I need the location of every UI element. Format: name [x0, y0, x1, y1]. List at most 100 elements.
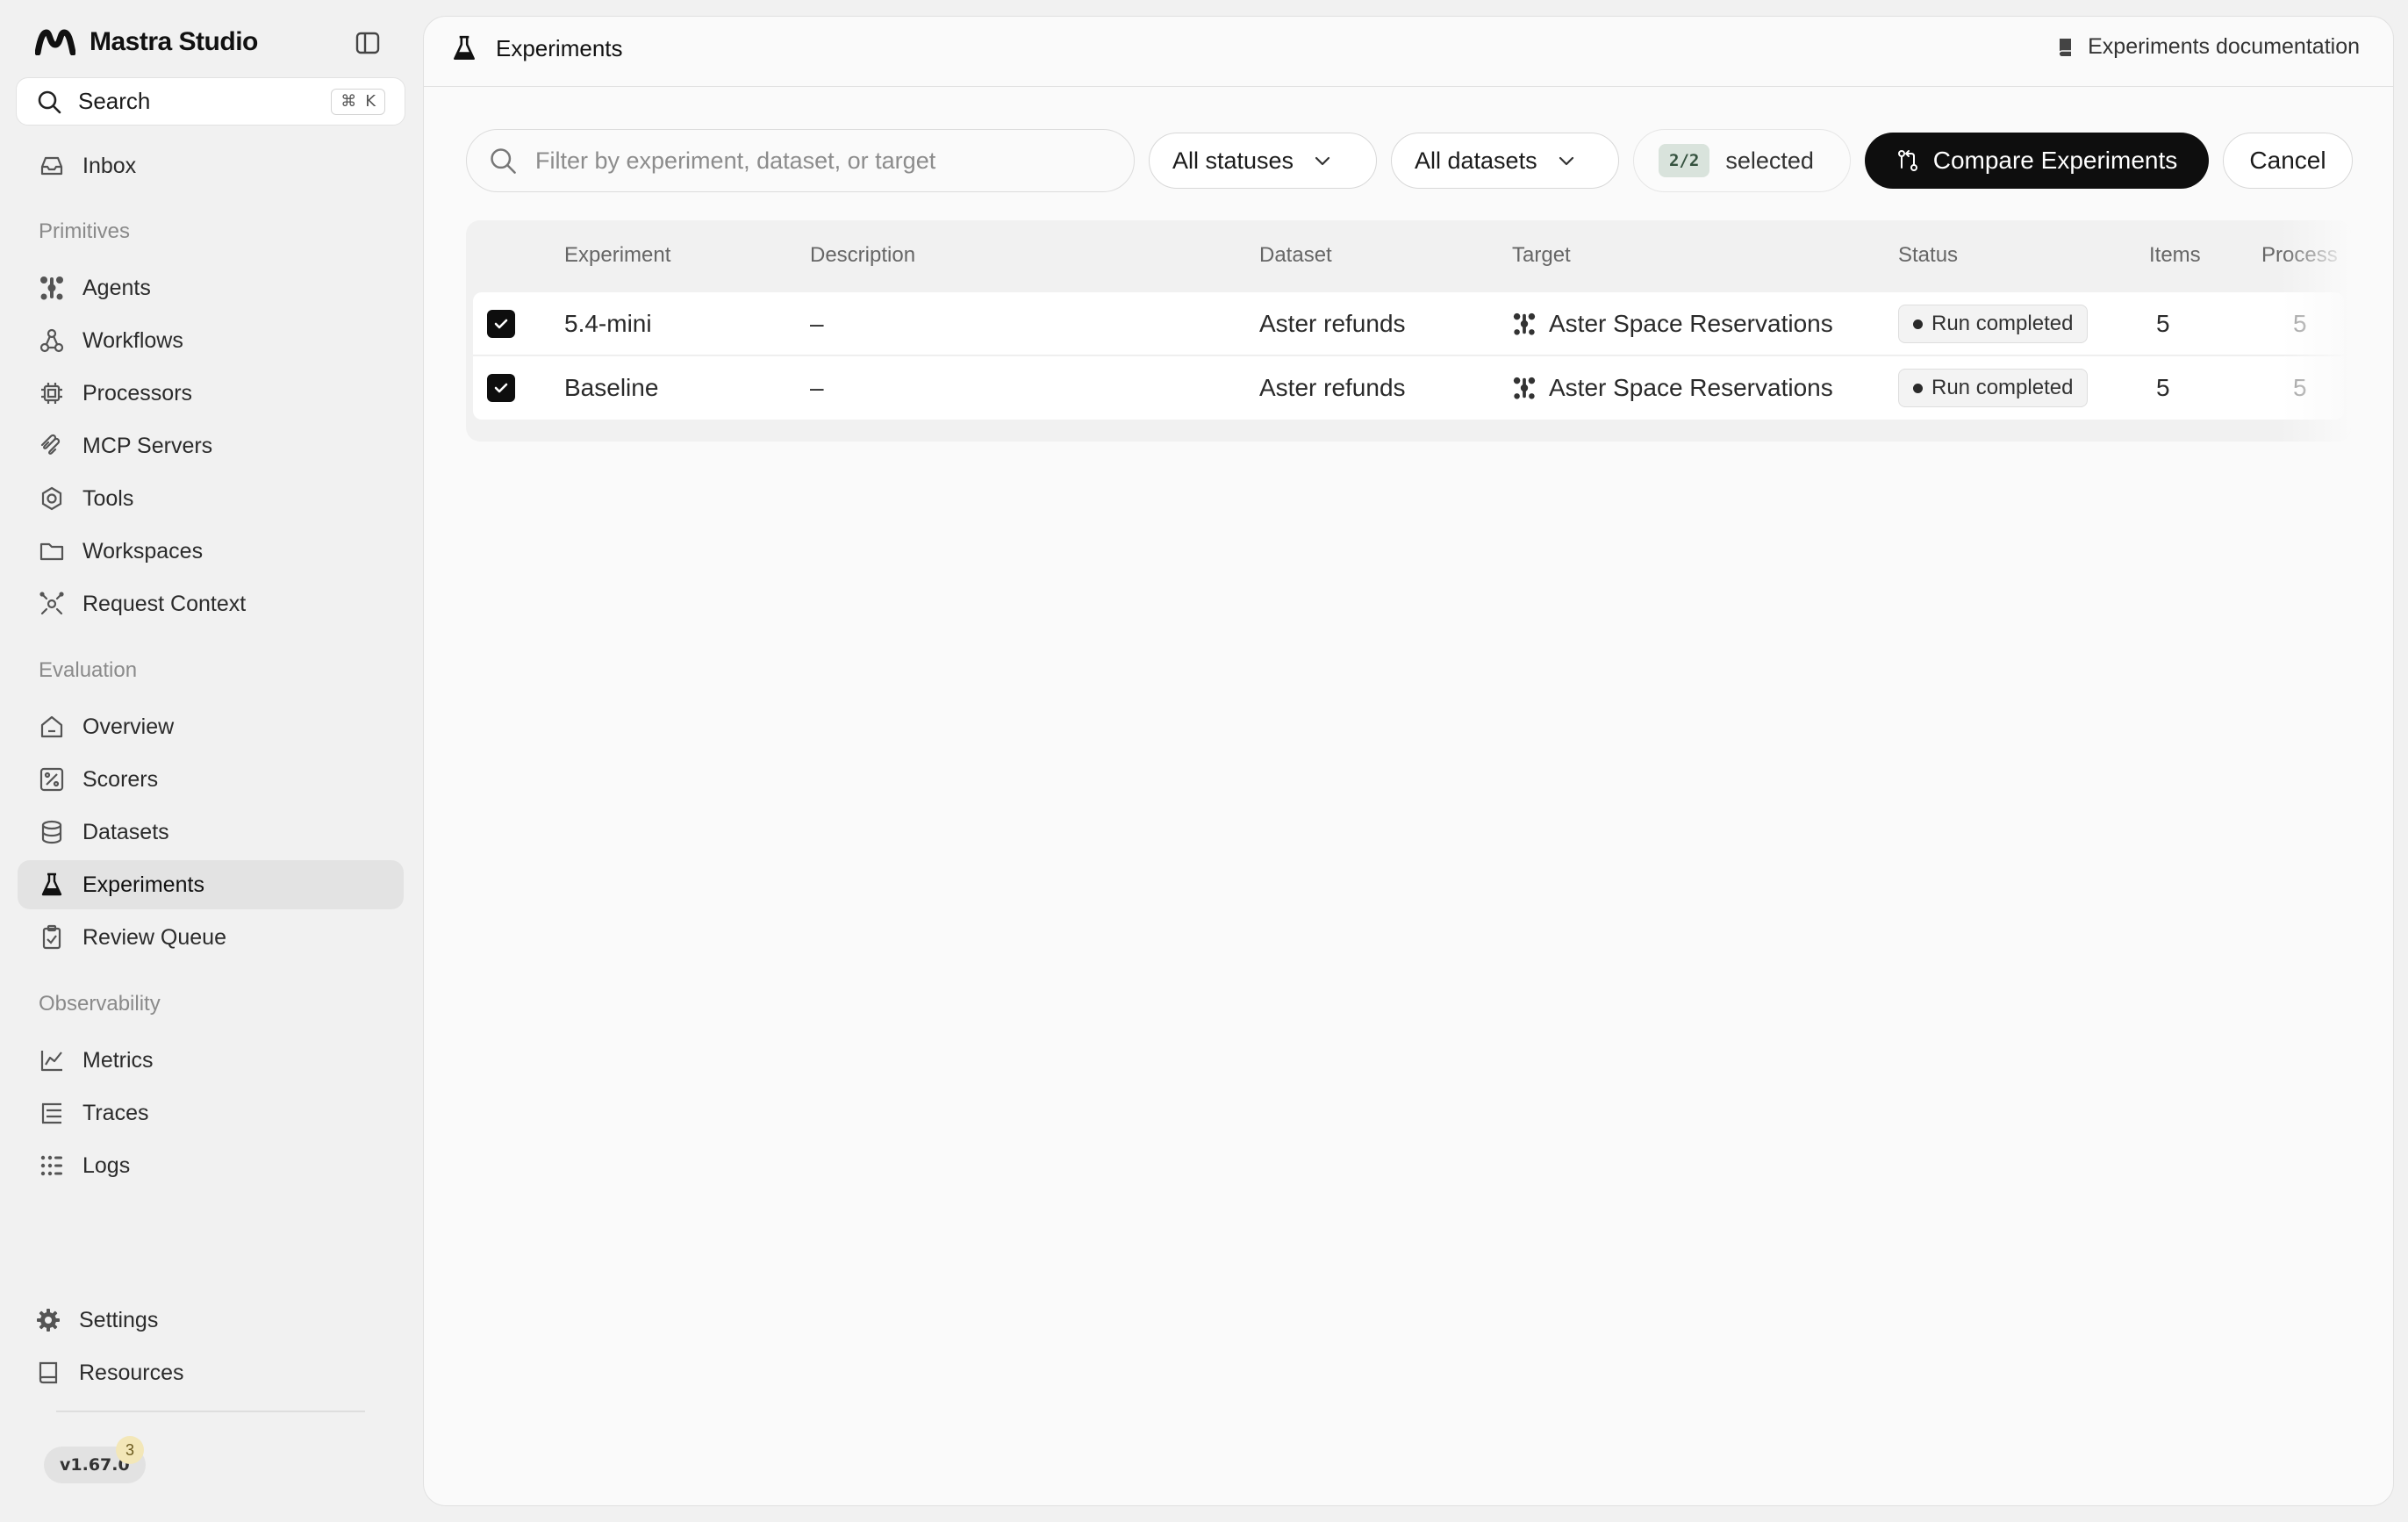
sidebar-item-inbox[interactable]: Inbox: [18, 141, 404, 190]
experiment-description: –: [810, 374, 824, 401]
sidebar-item-label: Processors: [82, 380, 193, 406]
sidebar-item-label: Request Context: [82, 591, 247, 616]
agents-icon: [1512, 312, 1537, 336]
book-icon: [2056, 37, 2075, 58]
sidebar-item-overview[interactable]: Overview: [18, 702, 404, 751]
sidebar-item-scorers[interactable]: Scorers: [18, 755, 404, 804]
sidebar-item-label: Inbox: [82, 153, 137, 178]
tools-icon: [37, 484, 67, 513]
sidebar-item-settings[interactable]: Settings: [18, 1296, 404, 1345]
checkmark-icon: [487, 374, 515, 402]
sidebar-item-tools[interactable]: Tools: [18, 474, 404, 523]
sidebar-item-workflows[interactable]: Workflows: [18, 316, 404, 365]
table-scroll-fade: [2281, 220, 2351, 442]
selected-label: selected: [1725, 147, 1814, 174]
column-header-experiment[interactable]: Experiment: [564, 243, 670, 268]
mastra-logo-icon: [35, 29, 75, 55]
sidebar-item-experiments[interactable]: Experiments: [18, 860, 404, 909]
status-dot-icon: [1913, 319, 1923, 329]
sidebar-item-review-queue[interactable]: Review Queue: [18, 913, 404, 962]
search-label: Search: [78, 88, 151, 114]
column-header-status[interactable]: Status: [1898, 243, 1958, 268]
sidebar-item-datasets[interactable]: Datasets: [18, 808, 404, 857]
section-observability: Observability: [39, 992, 161, 1016]
sidebar-item-mcp-servers[interactable]: MCP Servers: [18, 421, 404, 470]
inbox-icon: [37, 151, 67, 181]
table-header: Experiment Description Dataset Target St…: [466, 220, 2351, 291]
status-text: Run completed: [1931, 312, 2074, 335]
compare-button-label: Compare Experiments: [1932, 147, 2178, 174]
column-header-dataset[interactable]: Dataset: [1259, 243, 1332, 268]
target-name: Aster Space Reservations: [1549, 374, 1833, 401]
docs-link[interactable]: Experiments documentation: [2056, 34, 2360, 60]
sidebar-item-metrics[interactable]: Metrics: [18, 1036, 404, 1085]
checkmark-icon: [487, 310, 515, 338]
logs-icon: [37, 1151, 67, 1181]
brand-name: Mastra Studio: [90, 27, 258, 56]
docs-link-label: Experiments documentation: [2088, 34, 2360, 59]
experiment-description: –: [810, 310, 824, 337]
page-title-text: Experiments: [496, 34, 623, 61]
sidebar-toggle-button[interactable]: [353, 28, 383, 58]
database-icon: [37, 817, 67, 847]
search-button[interactable]: Search ⌘ K: [16, 77, 405, 126]
dataset-filter-dropdown[interactable]: All datasets: [1391, 133, 1619, 189]
sidebar-item-workspaces[interactable]: Workspaces: [18, 527, 404, 576]
column-header-target[interactable]: Target: [1512, 243, 1571, 268]
chevron-down-icon: [1313, 151, 1332, 170]
chart-icon: [37, 1045, 67, 1075]
sidebar-item-request-context[interactable]: Request Context: [18, 579, 404, 628]
sidebar-item-label: MCP Servers: [82, 433, 213, 458]
sidebar-item-label: Overview: [82, 714, 175, 739]
section-primitives: Primitives: [39, 219, 131, 243]
experiment-name[interactable]: Baseline: [564, 356, 658, 420]
sidebar-item-label: Tools: [82, 485, 134, 511]
sidebar-item-label: Scorers: [82, 766, 159, 792]
sidebar-item-label: Resources: [79, 1360, 184, 1385]
status-badge: Run completed: [1898, 369, 2089, 407]
status-filter-value: All statuses: [1172, 147, 1294, 174]
selection-indicator: 2/2 selected: [1633, 129, 1851, 192]
folder-icon: [37, 536, 67, 566]
compare-experiments-button[interactable]: Compare Experiments: [1865, 133, 2209, 189]
flask-icon: [450, 34, 478, 62]
column-header-description[interactable]: Description: [810, 243, 915, 268]
sidebar-item-agents[interactable]: Agents: [18, 263, 404, 312]
dataset-filter-value: All datasets: [1415, 147, 1537, 174]
sidebar-item-label: Datasets: [82, 819, 169, 844]
selected-count-chip: 2/2: [1659, 144, 1710, 177]
items-count: 5: [2156, 310, 2170, 337]
sidebar-item-processors[interactable]: Processors: [18, 369, 404, 418]
agents-icon: [1512, 376, 1537, 400]
experiments-table: Experiment Description Dataset Target St…: [466, 220, 2351, 442]
sidebar-item-label: Traces: [82, 1100, 149, 1125]
table-row[interactable]: 5.4-mini – Aster refunds Aster Space Res…: [473, 292, 2344, 355]
sidebar-item-label: Review Queue: [82, 924, 226, 950]
git-compare-icon: [1896, 149, 1919, 172]
cancel-button[interactable]: Cancel: [2223, 133, 2353, 189]
status-cell: Run completed: [1898, 356, 2089, 420]
brand[interactable]: Mastra Studio: [35, 25, 258, 60]
chevron-down-icon: [1557, 151, 1576, 170]
experiment-target: Aster Space Reservations: [1512, 356, 1833, 420]
sidebar-item-logs[interactable]: Logs: [18, 1141, 404, 1190]
sidebar-item-resources[interactable]: Resources: [18, 1348, 404, 1397]
items-count: 5: [2156, 374, 2170, 401]
status-filter-dropdown[interactable]: All statuses: [1149, 133, 1377, 189]
experiment-name[interactable]: 5.4-mini: [564, 292, 652, 355]
filter-input[interactable]: Filter by experiment, dataset, or target: [466, 129, 1135, 192]
sidebar-item-label: Agents: [82, 275, 151, 300]
search-icon: [36, 89, 62, 115]
flask-icon: [37, 870, 67, 900]
request-context-icon: [37, 589, 67, 619]
table-row[interactable]: Baseline – Aster refunds Aster Space Res…: [473, 356, 2344, 420]
filter-placeholder: Filter by experiment, dataset, or target: [535, 147, 936, 174]
sidebar-item-traces[interactable]: Traces: [18, 1088, 404, 1138]
gear-icon: [33, 1305, 63, 1335]
sidebar: Mastra Studio Search ⌘ K Inbox Primitive…: [0, 0, 421, 1522]
row-checkbox[interactable]: [487, 292, 515, 355]
book-icon: [33, 1358, 63, 1388]
column-header-items[interactable]: Items: [2149, 243, 2201, 268]
top-bar: Experiments Experiments documentation: [424, 17, 2393, 87]
row-checkbox[interactable]: [487, 356, 515, 420]
